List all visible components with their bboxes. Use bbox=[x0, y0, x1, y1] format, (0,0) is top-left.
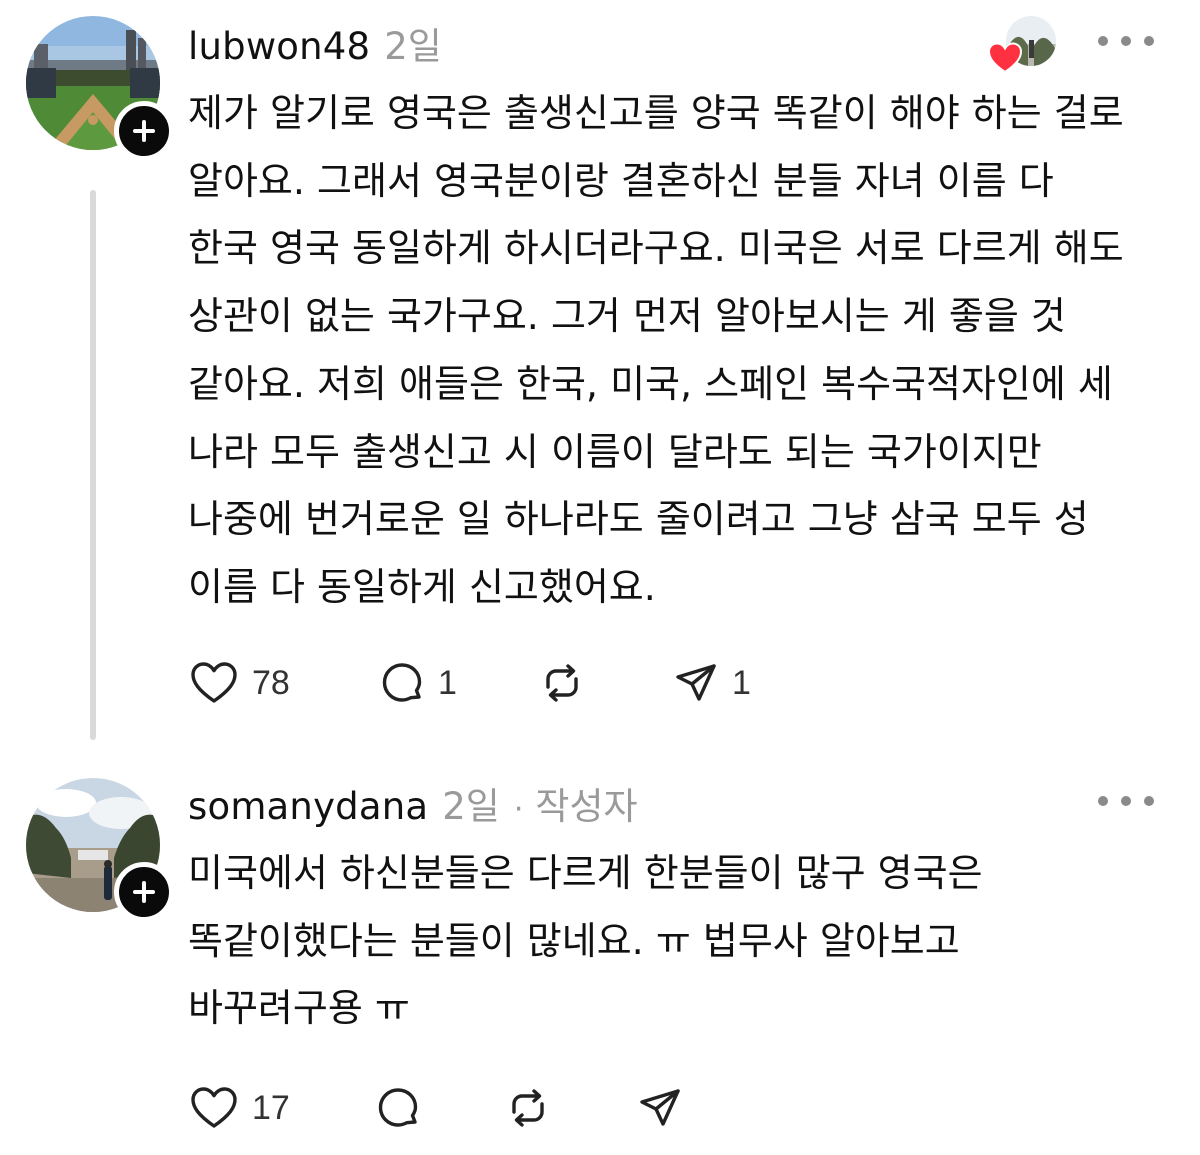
post-header: lubwon48 2일 bbox=[188, 16, 442, 68]
post-text-line: 같아요. 저희 애들은 한국, 미국, 스페인 복수국적자인에 세 bbox=[188, 361, 1113, 406]
post-text-line: 똑같이했다는 분들이 많네요. ㅠ 법무사 알아보고 bbox=[188, 918, 960, 963]
repost-button[interactable] bbox=[540, 655, 584, 711]
more-options-button[interactable] bbox=[1098, 781, 1154, 821]
repost-icon bbox=[546, 664, 578, 702]
post-text-line: 미국에서 하신분들은 다르게 한분들이 많구 영국은 bbox=[188, 851, 983, 895]
more-icon-dot bbox=[1098, 796, 1108, 806]
like-button[interactable]: 78 bbox=[190, 655, 290, 711]
reply-button[interactable]: 1 bbox=[380, 655, 457, 711]
post-body: 미국에서 하신분들은 다르게 한분들이 많구 영국은 똑같이했다는 분들이 많네… bbox=[188, 840, 1178, 1043]
plus-icon bbox=[133, 881, 155, 903]
heart-outline-icon bbox=[191, 1087, 237, 1128]
separator-dot: · bbox=[513, 792, 524, 827]
reply-button[interactable] bbox=[376, 1080, 420, 1136]
like-count: 78 bbox=[252, 663, 290, 702]
author-tag: 작성자 bbox=[535, 785, 638, 828]
comment-bubble-icon bbox=[378, 1088, 418, 1127]
follow-button[interactable] bbox=[114, 101, 174, 161]
post-text-line: 나중에 번거로운 일 하나라도 줄이려고 그냥 삼국 모두 성 bbox=[188, 497, 1089, 542]
action-bar: 17 bbox=[188, 1080, 888, 1136]
more-icon-dot bbox=[1098, 36, 1108, 46]
comment-post: lubwon48 2일 제가 알기로 영국은 출생신고를 양국 똑같이 해야 하… bbox=[0, 0, 1200, 760]
share-button[interactable] bbox=[638, 1080, 682, 1136]
thread-line bbox=[90, 190, 96, 740]
more-icon-dot bbox=[1121, 796, 1131, 806]
timestamp: 2일 bbox=[384, 25, 442, 68]
more-options-button[interactable] bbox=[1098, 21, 1154, 61]
post-text-line: 제가 알기로 영국은 출생신고를 양국 똑같이 해야 하는 걸로 bbox=[188, 91, 1124, 135]
reply-count: 1 bbox=[438, 663, 457, 702]
plus-icon bbox=[133, 120, 155, 142]
comment-bubble-icon bbox=[382, 663, 422, 702]
send-icon bbox=[640, 1089, 680, 1126]
heart-icon bbox=[988, 42, 1022, 74]
post-body: 제가 알기로 영국은 출생신고를 양국 똑같이 해야 하는 걸로 알아요. 그래… bbox=[188, 80, 1178, 622]
action-bar: 78 1 1 bbox=[188, 655, 888, 711]
post-text-line: 알아요. 그래서 영국분이랑 결혼하신 분들 자녀 이름 다 bbox=[188, 158, 1054, 203]
more-icon-dot bbox=[1144, 796, 1154, 806]
username[interactable]: somanydana bbox=[188, 785, 428, 828]
post-header: somanydana 2일 · 작성자 bbox=[188, 776, 638, 828]
like-button[interactable]: 17 bbox=[190, 1080, 290, 1136]
post-text-line: 상관이 없는 국가구요. 그거 먼저 알아보시는 게 좋을 것 bbox=[188, 294, 1066, 339]
repost-button[interactable] bbox=[506, 1080, 550, 1136]
share-button[interactable]: 1 bbox=[674, 655, 751, 711]
post-text-line: 한국 영국 동일하게 하시더라구요. 미국은 서로 다르게 해도 bbox=[188, 226, 1124, 271]
post-text-line: 나라 모두 출생신고 시 이름이 달라도 되는 국가이지만 bbox=[188, 429, 1042, 474]
like-count: 17 bbox=[252, 1088, 290, 1127]
more-icon-dot bbox=[1121, 36, 1131, 46]
repost-icon bbox=[512, 1089, 544, 1127]
timestamp: 2일 bbox=[442, 785, 500, 828]
send-icon bbox=[676, 664, 716, 701]
post-text-line: 이름 다 동일하게 신고했어요. bbox=[188, 564, 656, 609]
username[interactable]: lubwon48 bbox=[188, 25, 370, 68]
heart-outline-icon bbox=[191, 662, 237, 703]
share-count: 1 bbox=[732, 663, 751, 702]
comment-post: somanydana 2일 · 작성자 미국에서 하신분들은 다르게 한분들이 … bbox=[0, 760, 1200, 1155]
follow-button[interactable] bbox=[114, 862, 174, 922]
post-text-line: 바꾸려구용 ㅠ bbox=[188, 986, 410, 1031]
more-icon-dot bbox=[1144, 36, 1154, 46]
